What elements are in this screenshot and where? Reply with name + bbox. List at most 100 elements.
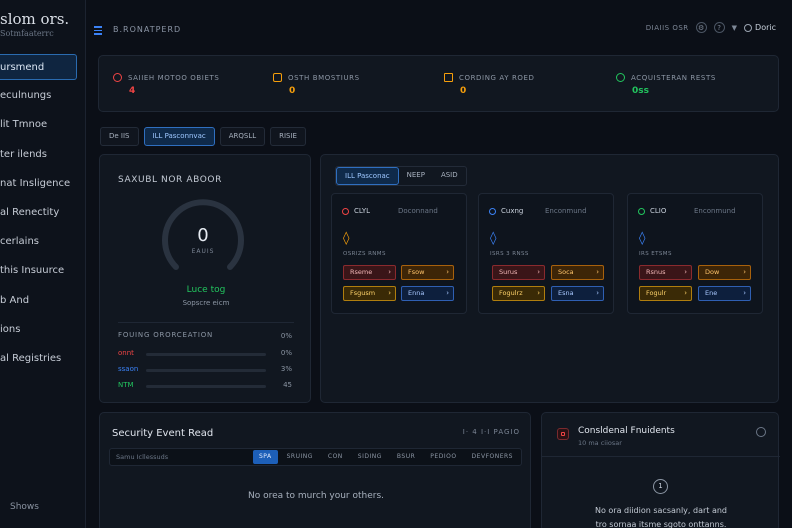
filter-tab[interactable]: De IIS (100, 127, 139, 146)
metric-row: NTM 45 (118, 381, 292, 391)
user-menu[interactable]: Doric (744, 23, 776, 32)
sidebar-item[interactable]: ions (0, 317, 86, 343)
filter-tab-active[interactable]: ILL Pasconnvac (143, 127, 215, 146)
stat-value: 0ss (632, 86, 649, 96)
sidebar-footer-link[interactable]: Shows (10, 502, 39, 512)
filter-tab[interactable]: ARQSLL (219, 127, 266, 146)
divider (118, 322, 294, 323)
filter-tabs: De IIS ILL Pasconnvac ARQSLL RISIE (100, 127, 306, 146)
filter-chip-active[interactable]: SPA (252, 450, 278, 464)
module-card[interactable]: CLIO Enconmund ◊ IRS ETSMS Rsnus › Dow › F… (627, 193, 763, 314)
metric-pct: 0% (280, 349, 292, 357)
diamond-icon: ◊ (343, 231, 350, 246)
hamburger-menu-icon[interactable] (94, 26, 102, 35)
filter-tab[interactable]: RISIE (270, 127, 306, 146)
sidebar-item[interactable]: cerlains (0, 229, 86, 255)
card-action-button[interactable]: Fogulr › (639, 286, 692, 301)
card-action-button[interactable]: Ene › (698, 286, 751, 301)
events-filter-chips: SPA SRUING CON SIDING BSUR PEDIOO DEVFON… (252, 450, 519, 464)
metric-pct: 3% (280, 365, 292, 373)
sidebar-item[interactable]: b And (0, 288, 86, 314)
incidents-subtitle: 10 ma ciiosar (578, 439, 622, 447)
card-action-button[interactable]: Soca › (551, 265, 604, 280)
stat-card[interactable]: OSTH BMOSTIURS 0 (273, 73, 360, 96)
card-action-button[interactable]: Rseme › (343, 265, 396, 280)
sidebar-item[interactable]: al Renectity (0, 200, 86, 226)
help-icon[interactable]: ? (713, 22, 725, 33)
metric-pct: 45 (283, 381, 292, 389)
gear-icon[interactable] (756, 427, 766, 437)
settings-icon[interactable]: ⚙ (695, 22, 707, 33)
incidents-empty-line: No ora diidion sacsanly, dart and (594, 506, 728, 515)
user-name: Doric (755, 23, 776, 32)
filter-chip[interactable]: DEVFONERS (466, 450, 519, 464)
chevron-down-icon[interactable]: ▼ (732, 24, 737, 32)
score-panel-title: SAXUBL NOR ABOOR (118, 175, 222, 185)
filter-chip[interactable]: CON (322, 450, 349, 464)
card-name: Cuxng (501, 207, 524, 215)
filter-chip[interactable]: BSUR (391, 450, 421, 464)
stats-bar: SAIIEH MOTOO OBIETS 4 OSTH BMOSTIURS 0 C… (98, 55, 779, 112)
score-panel: SAXUBL NOR ABOOR 0 EAUIS Luce tog Sopscr… (99, 154, 311, 403)
filter-chip[interactable]: SRUING (281, 450, 319, 464)
module-card[interactable]: CLYL Doconnand ◊ OSRIZS RNMS Rseme › Fsow… (331, 193, 467, 314)
sidebar-item[interactable]: this Insuurce (0, 258, 86, 284)
card-sub: ISRS 3 RNSS (490, 251, 529, 257)
card-action-button[interactable]: Enna › (401, 286, 454, 301)
stat-value: 4 (129, 86, 136, 96)
brand-title: slom ors. (0, 10, 70, 28)
brand-subtitle: Sotmfaaterrc (0, 29, 54, 38)
module-tab[interactable]: NEEP (399, 167, 433, 185)
diamond-icon: ◊ (490, 231, 497, 246)
sidebar-item[interactable]: ursmend (0, 54, 77, 80)
breadcrumb: B.RONATPERD (113, 25, 182, 34)
card-status: Enconmund (545, 207, 587, 215)
card-sub: IRS ETSMS (639, 251, 672, 257)
card-status: Enconmund (694, 207, 736, 215)
module-tab-active[interactable]: ILL Pasconac (336, 167, 399, 185)
metric-bar (146, 353, 266, 356)
events-search-input[interactable]: Samu Icllessuds (116, 453, 168, 461)
metric-label: NTM (118, 381, 134, 389)
card-action-button[interactable]: Surus › (492, 265, 545, 280)
chevron-right-icon: › (596, 268, 599, 276)
sidebar-item[interactable]: al Registries (0, 346, 86, 372)
sidebar-item[interactable]: eculnungs (0, 83, 86, 109)
stat-label: ACQUISTERAN RESTS (631, 73, 716, 82)
topbar: B.RONATPERD DIAIIS OSR ⚙ ? ▼ Doric (86, 0, 792, 46)
alert-circle-icon (113, 73, 122, 82)
filter-chip[interactable]: SIDING (352, 450, 388, 464)
modules-panel: ILL Pasconac NEEP ASID CLYL Doconnand ◊ … (320, 154, 779, 403)
events-pagination[interactable]: I· 4 I·I PAGIO (463, 428, 520, 436)
module-tab[interactable]: ASID (433, 167, 466, 185)
incidents-title: Consldenal Fnuidents (578, 426, 675, 436)
card-action-button[interactable]: Rsnus › (639, 265, 692, 280)
chevron-right-icon: › (446, 289, 449, 297)
sidebar-item[interactable]: nat Insligence (0, 171, 86, 197)
metric-label: onnt (118, 349, 134, 357)
metric-row: ssaon 3% (118, 365, 292, 375)
chevron-right-icon: › (743, 268, 746, 276)
stat-card[interactable]: SAIIEH MOTOO OBIETS 4 (113, 73, 219, 96)
stat-card[interactable]: CORDING AY ROED 0 (444, 73, 535, 96)
score-gauge: 0 EAUIS (160, 197, 246, 283)
sidebar-item[interactable]: lit Tmnoe (0, 112, 86, 138)
module-card[interactable]: Cuxng Enconmund ◊ ISRS 3 RNSS Surus › Soc… (478, 193, 614, 314)
card-header: CLIO (638, 207, 666, 215)
chevron-right-icon: › (684, 268, 687, 276)
divider (542, 456, 780, 457)
card-action-button[interactable]: Dow › (698, 265, 751, 280)
score-value: 0 (197, 225, 209, 246)
card-action-button[interactable]: Esna › (551, 286, 604, 301)
card-action-button[interactable]: Fsgusm › (343, 286, 396, 301)
filter-chip[interactable]: PEDIOO (424, 450, 462, 464)
sidebar: slom ors. Sotmfaaterrc ursmend eculnungs… (0, 0, 86, 528)
status-dot-icon (638, 207, 645, 215)
card-action-button[interactable]: Fsow › (401, 265, 454, 280)
stat-label: SAIIEH MOTOO OBIETS (128, 73, 220, 82)
card-action-button[interactable]: Fogulrz › (492, 286, 545, 301)
sidebar-item[interactable]: ter ilends (0, 142, 86, 168)
stat-card[interactable]: ACQUISTERAN RESTS 0ss (616, 73, 716, 96)
incident-count-badge: 1 (653, 479, 668, 494)
chevron-right-icon: › (446, 268, 449, 276)
